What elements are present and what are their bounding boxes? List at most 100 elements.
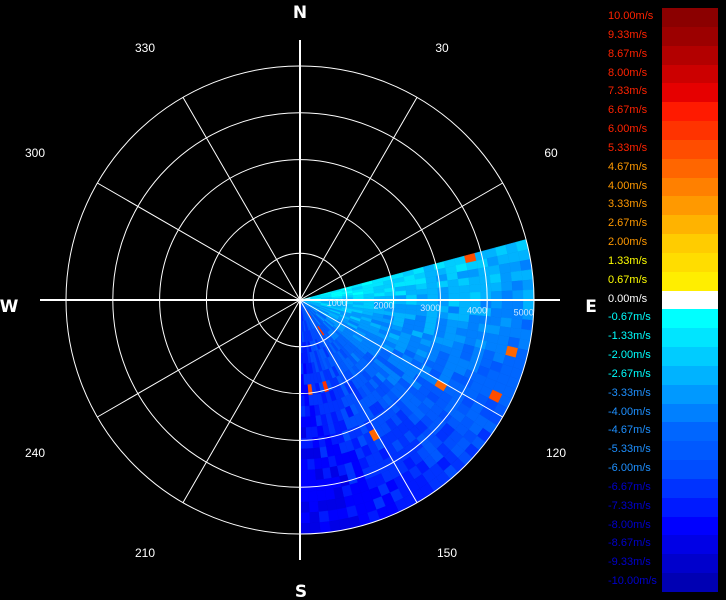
legend-entry: -2.00m/s bbox=[606, 347, 718, 366]
velocity-gate bbox=[479, 283, 492, 293]
velocity-gate bbox=[500, 272, 513, 283]
legend-label: -3.33m/s bbox=[608, 386, 651, 399]
legend-swatch bbox=[662, 83, 718, 103]
legend-entry: -8.00m/s bbox=[606, 516, 718, 536]
legend-swatch bbox=[662, 45, 718, 65]
legend-entry: -3.33m/s bbox=[606, 384, 718, 404]
legend-swatch bbox=[662, 460, 718, 479]
bearing-spoke bbox=[182, 97, 301, 301]
legend-entry: 0.67m/s bbox=[606, 271, 718, 291]
velocity-gate bbox=[480, 291, 492, 301]
legend-entry: -10.00m/s bbox=[606, 573, 718, 592]
legend-swatch bbox=[662, 384, 718, 404]
velocity-gate bbox=[304, 416, 312, 428]
velocity-gate bbox=[299, 512, 310, 524]
velocity-gate bbox=[308, 501, 319, 513]
velocity-gate bbox=[510, 318, 523, 330]
velocity-gate bbox=[327, 509, 340, 522]
velocity-gate bbox=[521, 319, 534, 331]
legend-entry: -2.67m/s bbox=[606, 365, 718, 385]
legend-swatch bbox=[662, 252, 718, 272]
degree-label-60: 60 bbox=[544, 146, 558, 160]
legend-swatch bbox=[662, 365, 718, 385]
legend-entry: 2.67m/s bbox=[606, 215, 718, 235]
legend-swatch bbox=[662, 573, 718, 592]
velocity-gate bbox=[299, 491, 310, 503]
velocity-gate bbox=[315, 479, 326, 491]
velocity-gate bbox=[522, 279, 534, 291]
legend-entry: 1.33m/s bbox=[606, 252, 718, 272]
legend-label: 3.33m/s bbox=[608, 198, 648, 211]
bearing-spokes bbox=[40, 40, 560, 560]
velocity-gate bbox=[489, 316, 502, 327]
legend-swatch bbox=[662, 8, 718, 27]
legend-entry: 6.67m/s bbox=[606, 102, 718, 122]
legend-entry: -6.67m/s bbox=[606, 478, 718, 498]
legend-swatch bbox=[662, 497, 718, 517]
legend-entry: 8.00m/s bbox=[606, 64, 718, 84]
velocity-gate bbox=[318, 510, 330, 523]
velocity-gate bbox=[448, 285, 460, 294]
legend-swatch bbox=[662, 478, 718, 498]
velocity-gate bbox=[519, 259, 533, 272]
legend-swatch bbox=[662, 290, 718, 310]
degree-label-210: 210 bbox=[135, 546, 155, 560]
degree-label-330: 330 bbox=[135, 41, 155, 55]
velocity-gate bbox=[299, 522, 311, 535]
legend-swatch bbox=[662, 554, 718, 574]
range-label: 2000 bbox=[373, 300, 393, 310]
legend-entry: 8.67m/s bbox=[606, 45, 718, 65]
range-label: 5000 bbox=[514, 308, 534, 318]
legend-label: -10.00m/s bbox=[608, 575, 657, 588]
velocity-gate bbox=[313, 457, 323, 470]
velocity-gate bbox=[416, 288, 428, 296]
legend-label: -1.33m/s bbox=[608, 330, 651, 343]
velocity-gate bbox=[426, 287, 439, 295]
legend-swatch bbox=[662, 139, 718, 159]
legend-label: 6.00m/s bbox=[608, 123, 648, 136]
legend-entry: 9.33m/s bbox=[606, 26, 718, 46]
legend-label: 6.67m/s bbox=[608, 104, 648, 117]
velocity-gate bbox=[468, 276, 481, 286]
legend-swatch bbox=[662, 64, 718, 84]
legend-label: -6.00m/s bbox=[608, 462, 651, 475]
legend-swatch bbox=[662, 403, 718, 423]
legend-label: 10.00m/s bbox=[608, 10, 654, 22]
legend-entry: 3.33m/s bbox=[606, 196, 718, 216]
velocity-gate bbox=[299, 469, 309, 482]
velocity-gate bbox=[479, 315, 491, 326]
velocity-gate bbox=[501, 290, 513, 301]
legend-swatch bbox=[662, 177, 718, 197]
legend-swatch bbox=[662, 121, 718, 140]
velocity-gate bbox=[309, 522, 321, 534]
velocity-gate bbox=[501, 299, 513, 310]
degree-label-150: 150 bbox=[437, 546, 457, 560]
legend-entry: 5.33m/s bbox=[606, 139, 718, 159]
legend-entry: -5.33m/s bbox=[606, 441, 718, 461]
legend-label: -5.33m/s bbox=[608, 443, 651, 456]
velocity-gate bbox=[490, 282, 503, 292]
velocity-gate bbox=[521, 269, 534, 281]
velocity-gate bbox=[310, 426, 319, 438]
legend-label: -2.00m/s bbox=[608, 349, 651, 362]
legend-label: 4.00m/s bbox=[608, 179, 648, 192]
cardinal-w-label: W bbox=[0, 297, 19, 317]
legend-label: 2.00m/s bbox=[608, 236, 648, 249]
velocity-gate bbox=[448, 292, 460, 301]
velocity-gate bbox=[305, 426, 313, 439]
velocity-gate bbox=[304, 405, 311, 418]
velocity-color-legend: 10.00m/s 9.33m/s 8.67m/s 8.00m/s 7.33m/s 6.67… bbox=[606, 8, 718, 592]
velocity-gate bbox=[314, 468, 324, 481]
velocity-gate bbox=[491, 299, 503, 310]
legend-label: 8.67m/s bbox=[608, 47, 648, 60]
bearing-spoke bbox=[97, 299, 301, 418]
velocity-gate bbox=[299, 459, 308, 471]
legend-swatch bbox=[662, 102, 718, 122]
velocity-gate bbox=[458, 284, 471, 294]
legend-swatch bbox=[662, 26, 718, 46]
legend-swatch bbox=[662, 196, 718, 216]
legend-entry: -9.33m/s bbox=[606, 554, 718, 574]
legend-label: 7.33m/s bbox=[608, 85, 648, 98]
velocity-gate bbox=[323, 477, 334, 491]
velocity-gate bbox=[299, 448, 308, 460]
